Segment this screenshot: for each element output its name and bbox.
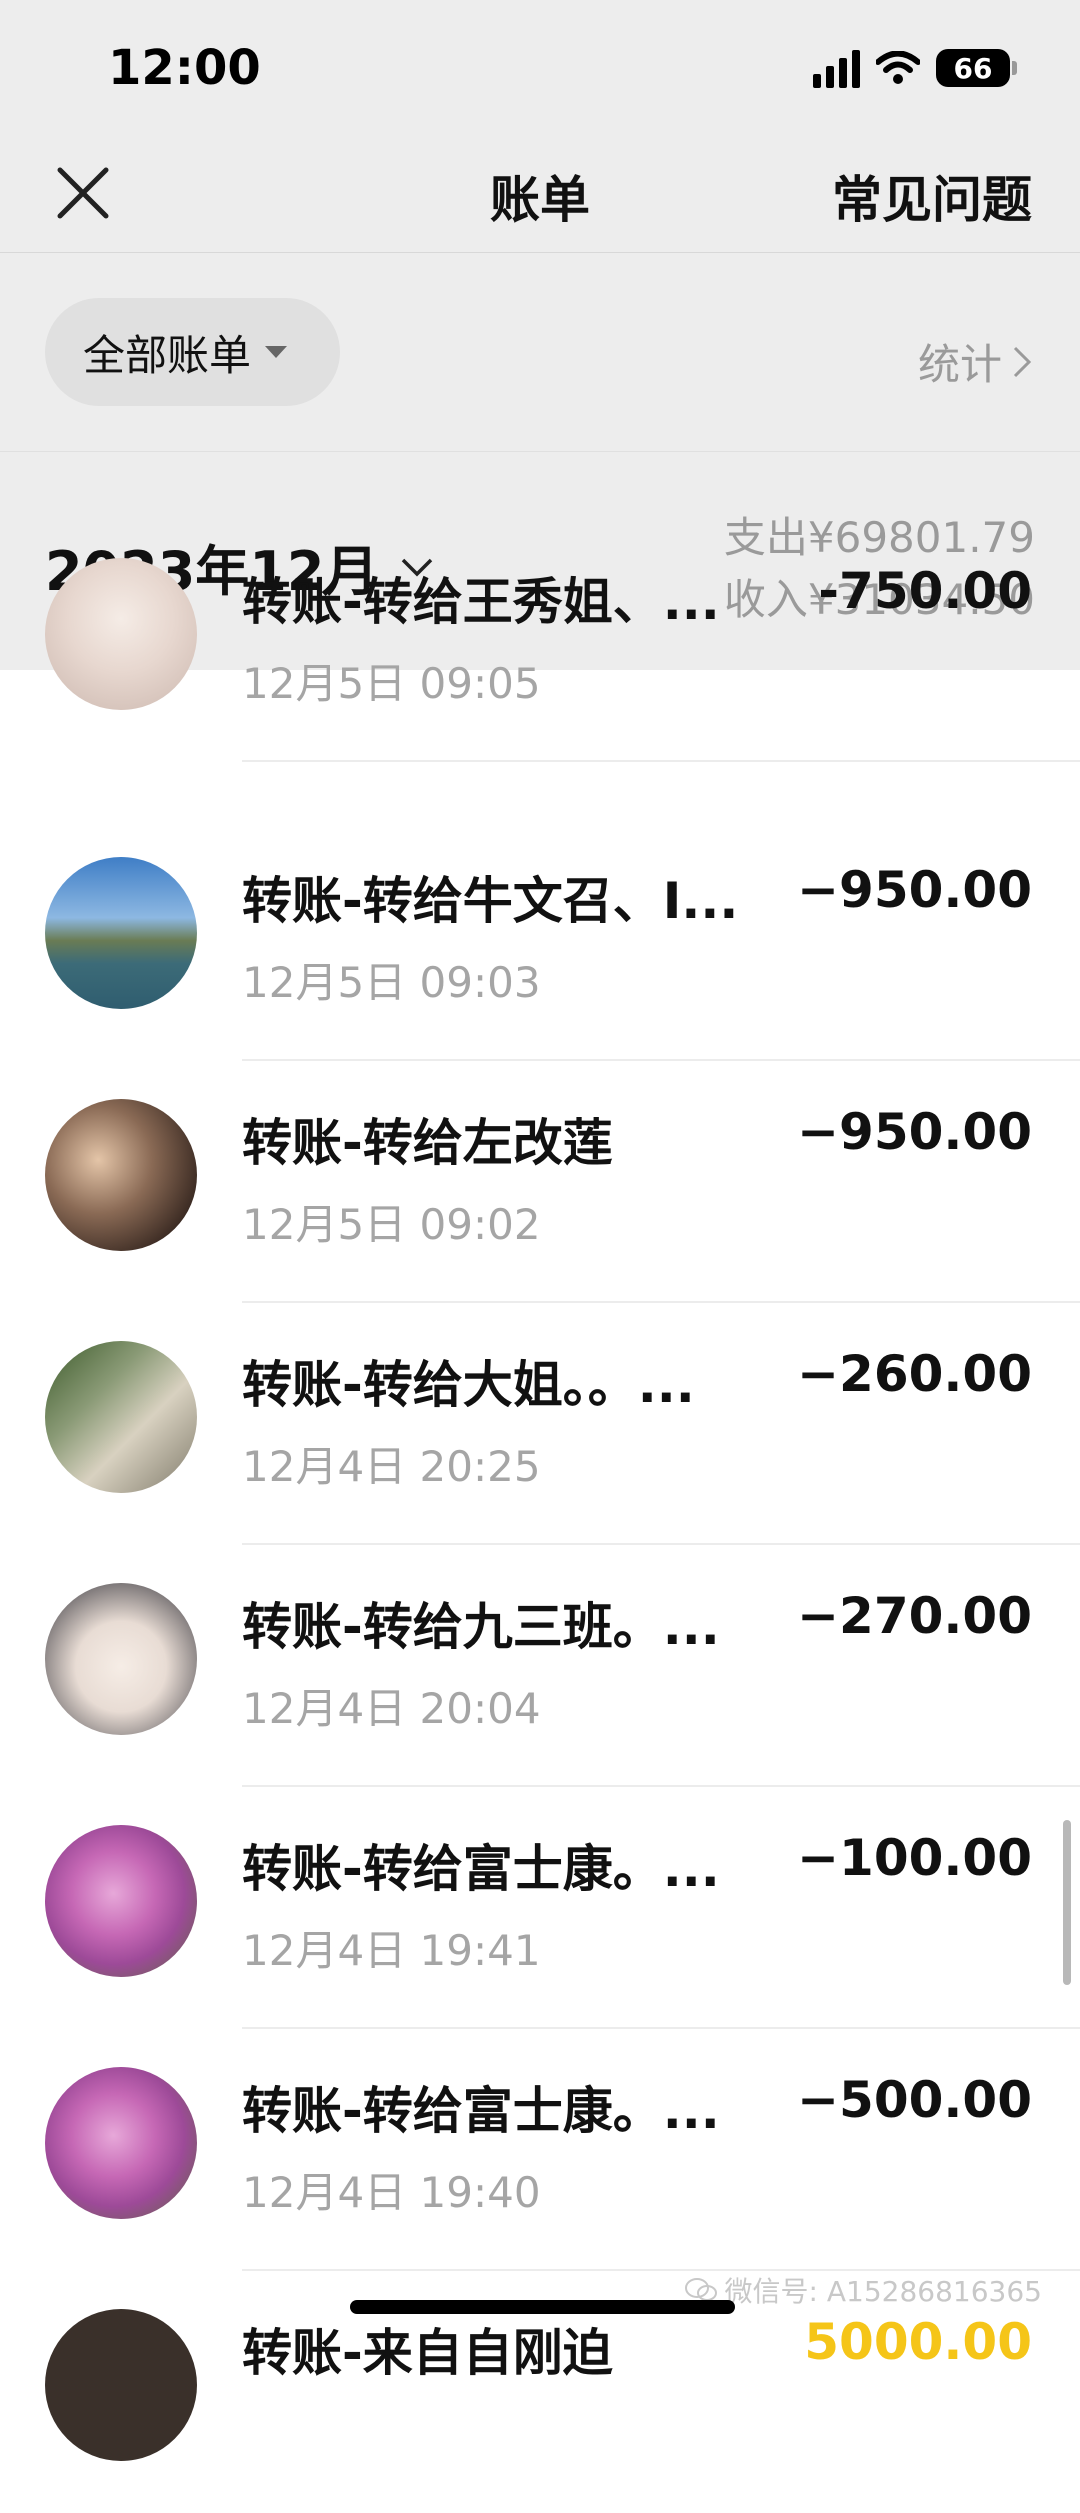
- bill-type-label: 全部账单: [83, 330, 252, 380]
- avatar: [45, 857, 197, 1009]
- transaction-amount: −270.00: [797, 1587, 1032, 1645]
- transaction-amount: -750.00: [818, 562, 1032, 620]
- transaction-time: 12月4日 19:41: [242, 1926, 541, 1975]
- chevron-right-icon: [1013, 346, 1032, 377]
- transaction-amount: 5000.00: [804, 2313, 1032, 2371]
- avatar: [45, 558, 197, 710]
- home-indicator: [350, 2300, 735, 2314]
- transaction-row[interactable]: 转账-转给牛文召、I... −950.00 12月5日 09:03: [0, 819, 1080, 1061]
- transaction-time: 12月4日 20:04: [242, 1684, 541, 1733]
- transaction-title: 转账-转给富士康。...: [242, 1840, 720, 1898]
- avatar: [45, 1583, 197, 1735]
- row-divider: [242, 760, 1080, 762]
- stats-link[interactable]: 统计: [918, 331, 1032, 392]
- watermark-text: 微信号: A15286816365: [724, 2275, 1042, 2308]
- nav-bar: 账单 常见问题: [0, 140, 1080, 253]
- transaction-row[interactable]: 转账-转给九三班。... −270.00 12月4日 20:04: [0, 1545, 1080, 1787]
- avatar: [45, 2309, 197, 2461]
- transaction-time: 12月4日 19:40: [242, 2168, 541, 2217]
- status-time: 12:00: [108, 40, 261, 96]
- transaction-title: 转账-转给牛文召、I...: [242, 872, 739, 930]
- transaction-row[interactable]: 转账-转给大姐。。... −260.00 12月4日 20:25: [0, 1303, 1080, 1545]
- transaction-amount: −500.00: [797, 2071, 1032, 2129]
- status-bar: 12:00 66: [0, 0, 1080, 140]
- battery-icon: 66: [936, 49, 1017, 87]
- avatar: [45, 2067, 197, 2219]
- transaction-row[interactable]: 转账-转给左改莲 −950.00 12月5日 09:02: [0, 1061, 1080, 1303]
- battery-level: 66: [953, 51, 993, 85]
- wifi-icon: [876, 51, 920, 85]
- transaction-row[interactable]: 转账-转给富士康。... −100.00 12月4日 19:41: [0, 1787, 1080, 2029]
- transaction-time: 12月5日 09:02: [242, 1200, 541, 1249]
- transaction-amount: −950.00: [797, 861, 1032, 919]
- transaction-time: 12月4日 20:25: [242, 1442, 541, 1491]
- transaction-title: 转账-转给左改莲: [242, 1114, 613, 1172]
- watermark: 微信号: A15286816365: [684, 2270, 1042, 2310]
- faq-link[interactable]: 常见问题: [832, 160, 1032, 232]
- transaction-time: 12月5日 09:05: [242, 659, 541, 708]
- transaction-title: 转账-来自自刚迫: [242, 2324, 613, 2382]
- transaction-amount: −950.00: [797, 1103, 1032, 1161]
- transaction-amount: −100.00: [797, 1829, 1032, 1887]
- transaction-title: 转账-转给王秀姐、...: [242, 573, 720, 631]
- avatar: [45, 1341, 197, 1493]
- transaction-title: 转账-转给大姐。。...: [242, 1356, 695, 1414]
- transaction-title: 转账-转给九三班。...: [242, 1598, 720, 1656]
- transaction-row[interactable]: 转账-转给王秀姐、... -750.00 12月5日 09:05: [0, 520, 1080, 762]
- avatar: [45, 1825, 197, 1977]
- filter-bar: 全部账单 统计: [0, 253, 1080, 452]
- caret-down-icon: [265, 346, 288, 358]
- transaction-title: 转账-转给富士康。...: [242, 2082, 720, 2140]
- bill-type-filter[interactable]: 全部账单: [45, 298, 340, 406]
- cellular-signal-icon: [813, 48, 860, 88]
- stats-label: 统计: [917, 340, 1002, 389]
- scrollbar[interactable]: [1063, 1820, 1071, 1985]
- transaction-time: 12月5日 09:03: [242, 958, 541, 1007]
- transaction-amount: −260.00: [797, 1345, 1032, 1403]
- avatar: [45, 1099, 197, 1251]
- status-icons: 66: [813, 48, 1017, 88]
- transaction-row[interactable]: 转账-转给富士康。... −500.00 12月4日 19:40: [0, 2029, 1080, 2271]
